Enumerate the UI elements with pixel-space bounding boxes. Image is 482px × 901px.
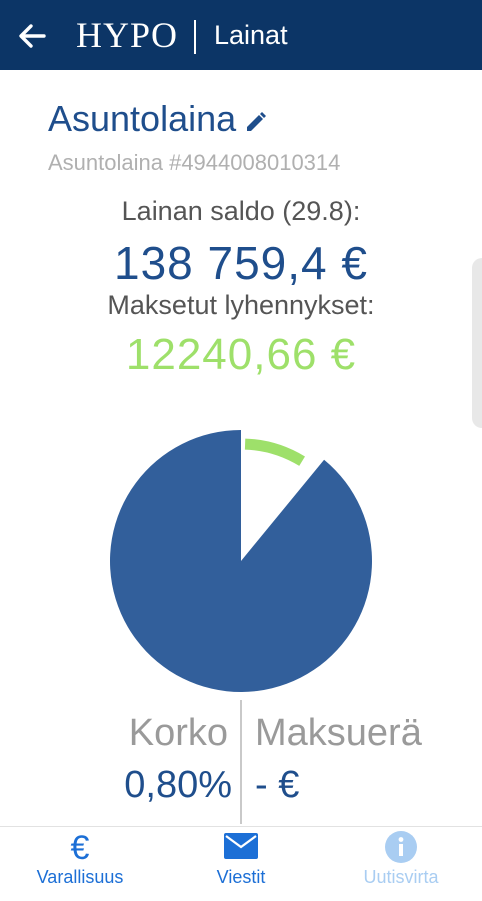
nav-item-viestit[interactable]: Viestit [161, 827, 321, 901]
info-icon [385, 831, 417, 863]
brand-logo: HYPO [76, 15, 179, 55]
euro-icon: € [70, 829, 90, 867]
nav-item-varallisuus[interactable]: € Varallisuus [0, 827, 160, 901]
nav-label-viestit: Viestit [216, 867, 266, 887]
paid-amount-label: Maksetut lyhennykset: [107, 290, 375, 320]
payment-label: Maksuerä [255, 712, 422, 754]
loan-pie-chart [100, 420, 382, 702]
arrow-left-icon [19, 24, 46, 48]
app-header: HYPO Lainat [0, 0, 482, 70]
interest-label: Korko [128, 712, 228, 754]
page-title: Lainat [214, 20, 288, 50]
nav-item-uutisvirta[interactable]: Uutisvirta [321, 827, 481, 901]
balance-value: 138 759,4 € [113, 237, 368, 289]
interest-value: 0,80% [124, 764, 232, 806]
envelope-icon [224, 833, 258, 859]
side-drawer-handle[interactable] [472, 258, 482, 428]
nav-label-varallisuus: Varallisuus [36, 867, 124, 887]
pie-paid-arc [244, 438, 305, 466]
paid-amount-value: 12240,66 € [125, 330, 357, 379]
bottom-nav: € Varallisuus Viestit Uutisvirta [0, 826, 482, 901]
loan-number: Asuntolaina #4944008010314 [48, 150, 341, 175]
pencil-icon[interactable] [244, 110, 268, 134]
nav-label-uutisvirta: Uutisvirta [363, 867, 439, 887]
payment-value: - € [255, 764, 300, 806]
balance-label: Lainan saldo (29.8): [121, 196, 361, 226]
pie-remaining-slice [110, 430, 373, 692]
stats-divider [240, 700, 242, 824]
loan-title: Asuntolaina [48, 98, 237, 139]
loan-title-row: Asuntolaina [48, 98, 268, 140]
back-button[interactable] [12, 18, 52, 54]
header-divider [194, 20, 196, 54]
